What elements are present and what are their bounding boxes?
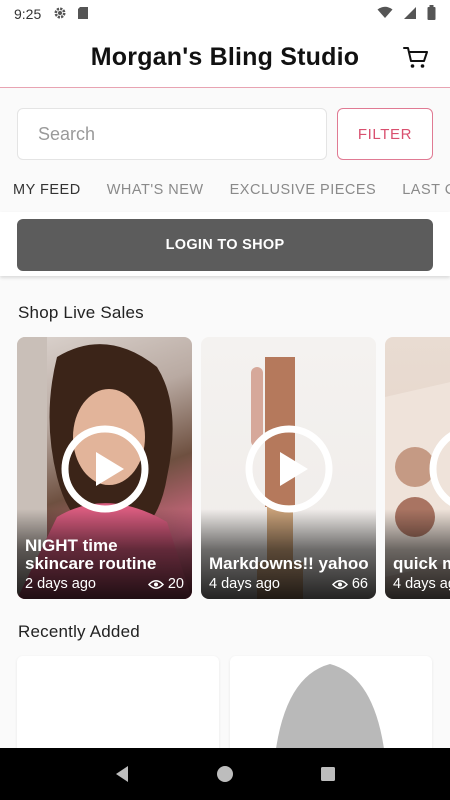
live-sales-heading: Shop Live Sales: [18, 303, 144, 322]
shopping-cart-icon: [403, 47, 428, 68]
live-sale-card[interactable]: NIGHT time skincare routine 2 days ago 2…: [17, 337, 192, 599]
settings-status-icon: [53, 6, 67, 23]
battery-icon: [427, 5, 436, 23]
live-sale-card[interactable]: quick makeup 4 days ago: [385, 337, 450, 599]
live-sale-time: 4 days ago: [209, 576, 280, 592]
live-sales-carousel[interactable]: NIGHT time skincare routine 2 days ago 2…: [17, 337, 450, 599]
app-screen: 9:25 Morgan's Bling Studio Search FILTER…: [0, 0, 450, 800]
view-count: 20: [147, 576, 184, 592]
live-sale-time: 4 days ago: [393, 576, 450, 592]
recents-square-icon: [321, 767, 336, 781]
system-nav-bar: [0, 748, 450, 800]
live-sale-meta: 4 days ago: [393, 576, 450, 592]
live-sale-title: NIGHT time skincare routine: [25, 536, 157, 573]
search-row: FILTER: [17, 108, 433, 160]
live-sale-card[interactable]: Markdowns!! yahoo 4 days ago 66: [201, 337, 376, 599]
product-card[interactable]: [17, 656, 219, 756]
home-button[interactable]: [205, 754, 245, 794]
recents-button[interactable]: [308, 754, 348, 794]
status-bar: 9:25: [0, 0, 450, 28]
play-icon[interactable]: [245, 425, 333, 513]
back-triangle-icon: [115, 766, 128, 782]
login-bar: LOGIN TO SHOP: [0, 212, 450, 276]
sd-card-status-icon: [77, 6, 89, 23]
live-sale-title: Markdowns!! yahoo: [209, 554, 369, 573]
status-right-icons: [377, 5, 436, 23]
play-icon[interactable]: [61, 425, 149, 513]
page-title: Morgan's Bling Studio: [90, 43, 360, 71]
eye-icon: [331, 579, 348, 589]
live-sale-meta: 2 days ago 20: [25, 576, 184, 592]
live-sale-time: 2 days ago: [25, 576, 96, 592]
back-button[interactable]: [102, 754, 142, 794]
signal-icon: [403, 6, 417, 23]
search-input[interactable]: [17, 108, 327, 160]
live-sale-meta: 4 days ago 66: [209, 576, 368, 592]
cart-button[interactable]: [402, 44, 430, 72]
eye-icon: [147, 579, 164, 589]
play-icon[interactable]: [429, 425, 450, 513]
status-time: 9:25: [14, 6, 42, 22]
tab-last-chance[interactable]: LAST CHANCE: [389, 172, 450, 216]
tab-my-feed[interactable]: MY FEED: [0, 172, 94, 216]
tab-whats-new[interactable]: WHAT'S NEW: [94, 172, 217, 216]
wifi-icon: [377, 6, 393, 22]
tab-exclusive-pieces[interactable]: EXCLUSIVE PIECES: [217, 172, 390, 216]
product-card[interactable]: [230, 656, 432, 756]
recently-added-heading: Recently Added: [18, 622, 140, 641]
live-sale-title: quick makeup: [393, 554, 450, 573]
view-count-value: 20: [167, 576, 184, 592]
recently-added-list[interactable]: [17, 656, 450, 756]
view-count: 66: [331, 576, 368, 592]
login-to-shop-button[interactable]: LOGIN TO SHOP: [17, 219, 433, 271]
app-header: Morgan's Bling Studio: [0, 28, 450, 88]
makeup-sponge-image: [275, 664, 385, 756]
filter-button[interactable]: FILTER: [337, 108, 433, 160]
view-count-value: 66: [351, 576, 368, 592]
home-circle-icon: [216, 766, 233, 782]
feed-tabs: MY FEED WHAT'S NEW EXCLUSIVE PIECES LAST…: [0, 172, 450, 216]
